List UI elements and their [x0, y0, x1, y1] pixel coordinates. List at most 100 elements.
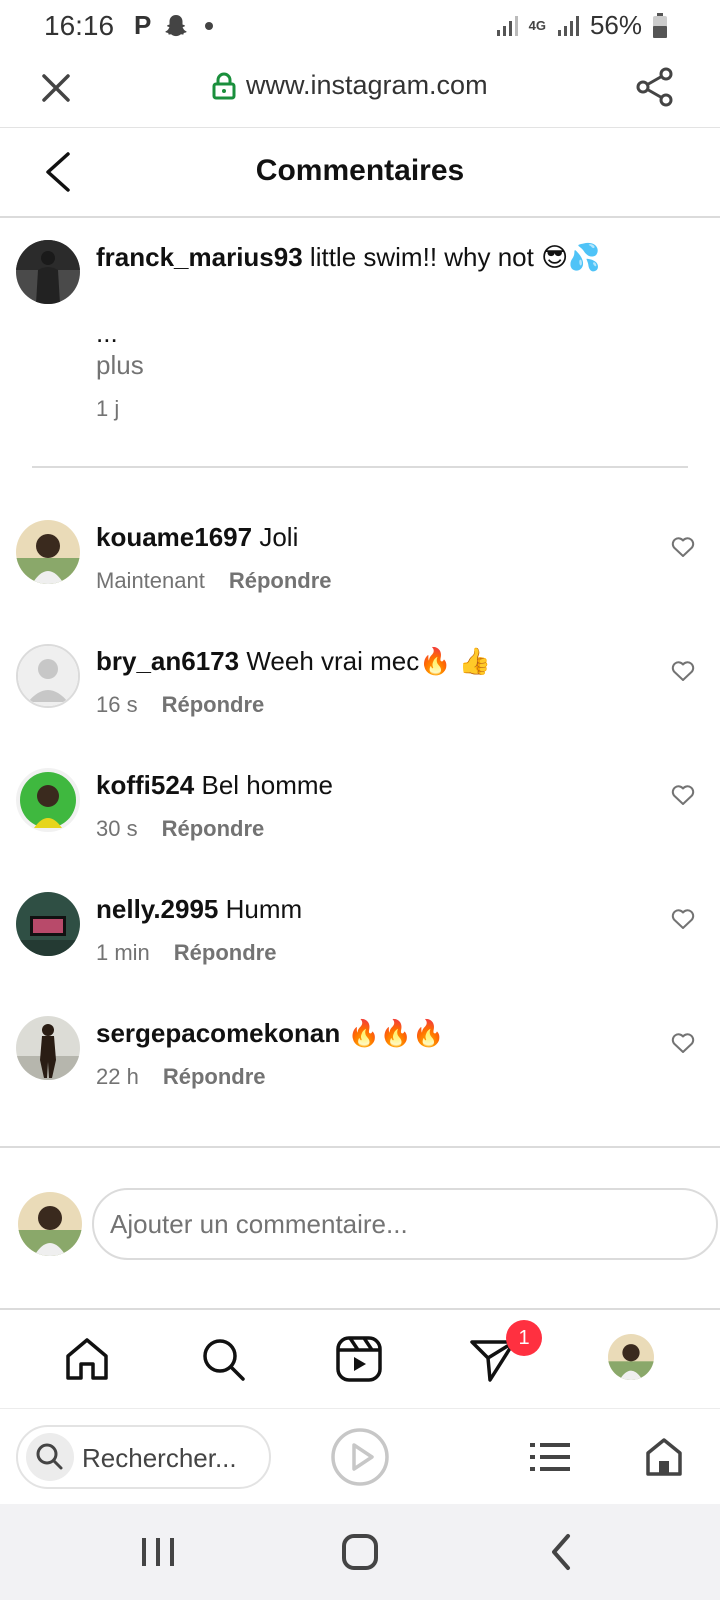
avatar [608, 1334, 654, 1380]
signal-icon [496, 15, 518, 36]
comment-item: bry_an6173 Weeh vrai mec🔥 👍 16 s Répondr… [16, 644, 706, 744]
recent-apps-icon[interactable] [136, 1530, 180, 1574]
avatar-image [16, 892, 80, 956]
menu-list-icon[interactable] [530, 1439, 570, 1475]
comment-text: bry_an6173 Weeh vrai mec🔥 👍 [96, 646, 491, 677]
reels-icon[interactable] [334, 1334, 384, 1384]
comment-username[interactable]: nelly.2995 [96, 894, 218, 924]
reply-button[interactable]: Répondre [162, 692, 265, 718]
avatar[interactable] [16, 644, 80, 708]
comment-username[interactable]: bry_an6173 [96, 646, 239, 676]
url-text: www.instagram.com [246, 70, 488, 100]
status-notification-icons: P [134, 10, 214, 41]
messages-button[interactable]: 1 [468, 1320, 542, 1384]
status-time: 16:16 [44, 10, 115, 41]
comment-text: koffi524 Bel homme [96, 770, 333, 801]
caption-username[interactable]: franck_marius93 [96, 242, 303, 272]
avatar-image [16, 768, 80, 832]
caption-ellipsis: ... [96, 318, 118, 348]
like-heart-icon[interactable] [670, 534, 696, 560]
comment-time: Maintenant [96, 568, 205, 593]
status-bar: 16:16 P 4G 56% [0, 0, 720, 50]
snapchat-icon [165, 14, 187, 36]
lock-icon [212, 72, 236, 99]
avatar-image [16, 520, 80, 584]
messages-badge: 1 [506, 1320, 542, 1356]
comment-item: kouame1697 Joli Maintenant Répondre [16, 520, 706, 620]
network-type-label: 4G [528, 17, 546, 33]
battery-percent: 56% [589, 10, 642, 40]
browser-toolbar: www.instagram.com [0, 50, 720, 128]
browser-search-box[interactable]: Rechercher... [16, 1425, 271, 1489]
comment-meta: 22 h Répondre [96, 1064, 266, 1090]
composer-divider [0, 1146, 720, 1148]
browser-home-icon[interactable] [644, 1437, 684, 1477]
back-icon[interactable] [540, 1530, 584, 1574]
reply-button[interactable]: Répondre [163, 1064, 266, 1090]
search-icon [36, 1443, 63, 1470]
comment-input[interactable] [92, 1188, 718, 1260]
reply-button[interactable]: Répondre [174, 940, 277, 966]
avatar-image [16, 1016, 80, 1080]
caption-more-link[interactable]: plus [96, 350, 144, 381]
comment-meta: 16 s Répondre [96, 692, 264, 718]
default-avatar-icon [18, 646, 78, 706]
home-button-icon[interactable] [338, 1530, 382, 1574]
reply-button[interactable]: Répondre [229, 568, 332, 594]
share-icon[interactable] [634, 66, 676, 108]
comment-meta: 1 min Répondre [96, 940, 276, 966]
play-icon[interactable] [330, 1427, 390, 1487]
avatar[interactable] [16, 240, 80, 304]
status-dot-icon [205, 21, 214, 30]
page-header: Commentaires [0, 128, 720, 218]
comment-username[interactable]: kouame1697 [96, 522, 252, 552]
signal-icon-2 [557, 15, 579, 36]
page-title: Commentaires [255, 154, 465, 187]
browser-search-placeholder: Rechercher... [82, 1443, 237, 1473]
like-heart-icon[interactable] [670, 782, 696, 808]
caption-divider [32, 466, 688, 468]
app-bottom-nav: 1 [0, 1310, 720, 1408]
avatar[interactable] [16, 768, 80, 832]
avatar-image [18, 1192, 82, 1256]
avatar[interactable] [16, 1016, 80, 1080]
like-heart-icon[interactable] [670, 1030, 696, 1056]
caption-timestamp: 1 j [96, 396, 120, 421]
avatar-image [608, 1334, 654, 1380]
comment-body: Weeh vrai mec🔥 👍 [246, 646, 492, 676]
comment-time: 1 min [96, 940, 150, 965]
comment-body: Bel homme [201, 770, 334, 800]
comment-time: 16 s [96, 692, 138, 717]
comment-item: nelly.2995 Humm 1 min Répondre [16, 892, 706, 992]
comment-item: sergepacomekonan 🔥🔥🔥 22 h Répondre [16, 1016, 706, 1116]
comment-body: 🔥🔥🔥 [347, 1018, 445, 1048]
status-system-icons: 4G 56% [495, 10, 668, 41]
comment-text: sergepacomekonan 🔥🔥🔥 [96, 1018, 445, 1049]
browser-bottom-bar: Rechercher... [0, 1408, 720, 1504]
comment-text: nelly.2995 Humm [96, 894, 302, 925]
comment-body: Joli [259, 522, 299, 552]
close-icon[interactable] [38, 70, 74, 106]
url-bar[interactable]: www.instagram.com [212, 70, 488, 101]
p-notification-icon: P [134, 10, 152, 40]
comment-meta: 30 s Répondre [96, 816, 264, 842]
reply-button[interactable]: Répondre [162, 816, 265, 842]
search-icon-wrap [26, 1433, 74, 1481]
avatar-image [16, 240, 80, 304]
battery-icon [653, 12, 667, 38]
comment-username[interactable]: koffi524 [96, 770, 194, 800]
like-heart-icon[interactable] [670, 906, 696, 932]
avatar[interactable] [18, 1192, 82, 1256]
comment-time: 22 h [96, 1064, 139, 1089]
caption-body: little swim!! why not 😎💦 [309, 242, 601, 272]
search-icon[interactable] [198, 1334, 248, 1384]
avatar[interactable] [16, 892, 80, 956]
profile-tab[interactable] [608, 1334, 658, 1384]
home-icon[interactable] [62, 1334, 112, 1384]
caption-text: franck_marius93 little swim!! why not 😎💦 [96, 242, 601, 273]
avatar[interactable] [16, 520, 80, 584]
comment-body: Humm [225, 894, 303, 924]
like-heart-icon[interactable] [670, 658, 696, 684]
comment-username[interactable]: sergepacomekonan [96, 1018, 340, 1048]
system-nav-bar [0, 1504, 720, 1600]
